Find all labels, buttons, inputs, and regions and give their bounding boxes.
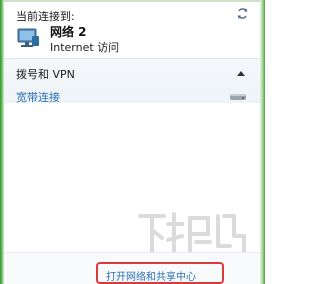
window-border-right: [260, 0, 265, 284]
current-connection-heading: 当前连接到:: [16, 10, 75, 23]
network-status: Internet 访问: [50, 41, 120, 54]
modem-icon: [230, 94, 246, 100]
red-highlight-box: [96, 262, 224, 284]
network-icon: [17, 28, 39, 47]
network-name: 网络 2: [50, 25, 87, 39]
chevron-up-icon[interactable]: [237, 70, 245, 76]
dialup-vpn-heading: 拨号和 VPN: [16, 68, 75, 81]
broadband-connection-item[interactable]: 宽带连接: [16, 89, 60, 105]
refresh-icon[interactable]: [236, 7, 249, 20]
network-flyout: 当前连接到: 网络 2 Internet 访问 拨号和 VPN 宽带连接 打开网…: [0, 0, 265, 284]
